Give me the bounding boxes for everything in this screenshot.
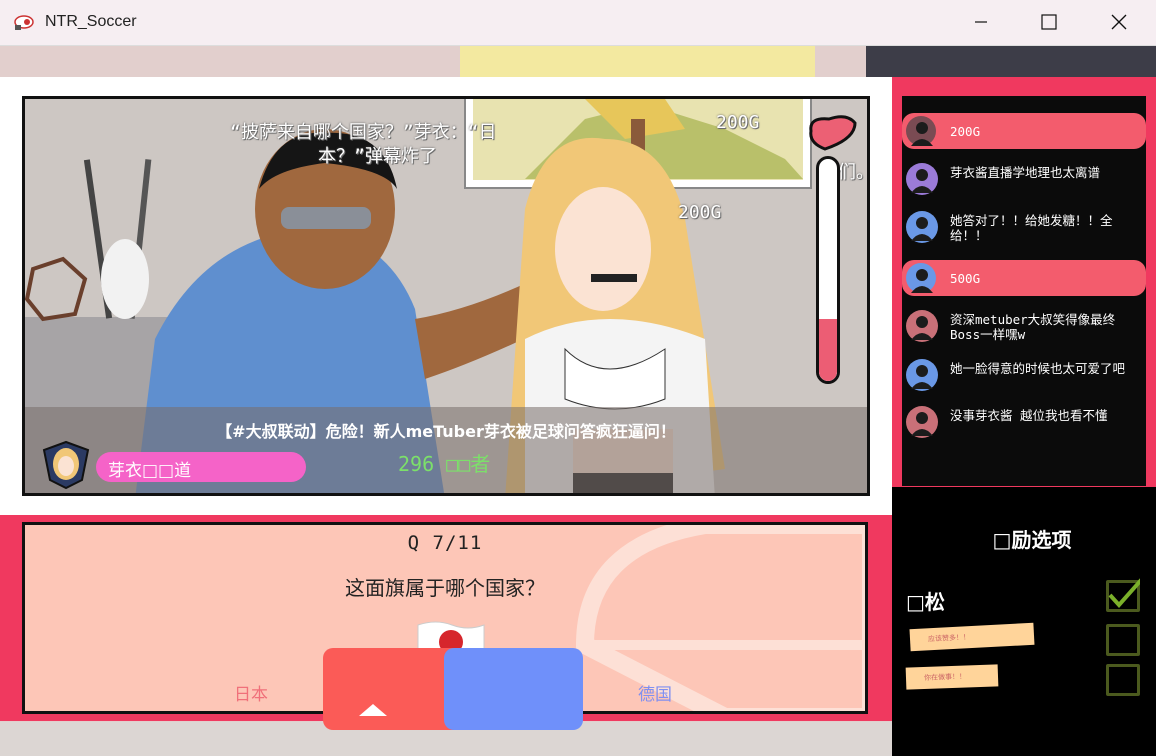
user-icon [911, 412, 933, 436]
chat-message: 没事芽衣酱 越位我也看不懂 [902, 400, 1146, 446]
relax-option-label: □松 [906, 590, 945, 614]
chat-message-text: 没事芽衣酱 越位我也看不懂 [950, 408, 1108, 423]
chat-avatar [906, 116, 936, 146]
excitement-meter [816, 156, 840, 384]
danmaku-comment: 本？”弹幕炸了 [318, 146, 437, 167]
option-checkbox[interactable] [1106, 664, 1140, 696]
danmaku-comment: 们。 [838, 162, 874, 183]
app-icon [14, 15, 34, 30]
chat-gift-message: 500G [902, 260, 1146, 296]
danmaku-comment: “披萨来自哪个国家？”芽衣：“日 [230, 122, 497, 143]
option-checkbox[interactable] [1106, 624, 1140, 656]
chat-message-text: 她答对了！！给她发糖！！全给！！ [950, 213, 1113, 243]
chat-message-text: 资深metuber大叔笑得像最终Boss一样嘿w [950, 312, 1116, 342]
danmaku-gift: 200G [678, 202, 722, 223]
chat-message-text: 200G [950, 124, 981, 139]
chat-message: 她答对了！！给她发糖！！全给！！ [902, 205, 1146, 251]
user-icon [911, 169, 933, 193]
checkmark-icon [1108, 578, 1140, 609]
question-text: 这面旗属于哪个国家？ [345, 576, 545, 600]
chat-avatar [906, 406, 938, 438]
up-arrow-icon [359, 704, 387, 716]
question-number: Q 7/11 [407, 532, 483, 554]
title-bar: NTR_Soccer [0, 0, 1156, 46]
chat-message-text: 她一脸得意的时候也太可爱了吧 [950, 361, 1126, 376]
minimize-button[interactable] [946, 0, 1016, 46]
chat-message-text: 500G [950, 271, 981, 286]
chat-message: 她一脸得意的时候也太可爱了吧 [902, 353, 1146, 399]
chat-message: 资深metuber大叔笑得像最终Boss一样嘿w [902, 304, 1146, 350]
answer-left[interactable]: 日本 [234, 680, 268, 705]
excitement-meter-fill [819, 318, 837, 381]
maximize-button[interactable] [1014, 0, 1084, 46]
chat-avatar [906, 310, 938, 342]
chat-message-text: 芽衣酱直播学地理也太离谱 [950, 165, 1101, 180]
user-icon [911, 217, 933, 241]
chat-gift-message: 200G [902, 113, 1146, 149]
stream-title: 【#大叔联动】危险！新人meTuber芽衣被足球问答疯狂逼问！ [216, 422, 676, 441]
danmaku-gift: 200G [716, 112, 760, 133]
host-avatar [42, 440, 90, 490]
chat-avatar [906, 211, 938, 243]
user-icon [911, 365, 933, 389]
chat-avatar [906, 359, 938, 391]
user-icon [911, 316, 933, 340]
window-title: NTR_Soccer [45, 13, 137, 30]
close-button[interactable] [1084, 0, 1154, 46]
chat-message: 芽衣酱直播学地理也太离谱 [902, 157, 1146, 203]
close-icon [1111, 14, 1127, 30]
user-icon [911, 122, 933, 146]
answer-right[interactable]: 德国 [638, 680, 672, 705]
select-right-button[interactable] [444, 648, 583, 730]
viewer-count: 296 □□者 [398, 452, 491, 476]
user-icon [911, 269, 933, 293]
maximize-icon [1041, 14, 1057, 30]
select-left-button[interactable] [323, 648, 463, 730]
relax-checkbox[interactable] [1106, 578, 1140, 612]
minimize-icon [975, 21, 987, 23]
chat-avatar [906, 163, 938, 195]
chat-avatar [906, 263, 936, 293]
option-tape: 你在做事！！ [905, 664, 999, 690]
options-title: □励选项 [992, 528, 1072, 552]
host-name-tag: 芽衣□□道 [96, 452, 306, 482]
